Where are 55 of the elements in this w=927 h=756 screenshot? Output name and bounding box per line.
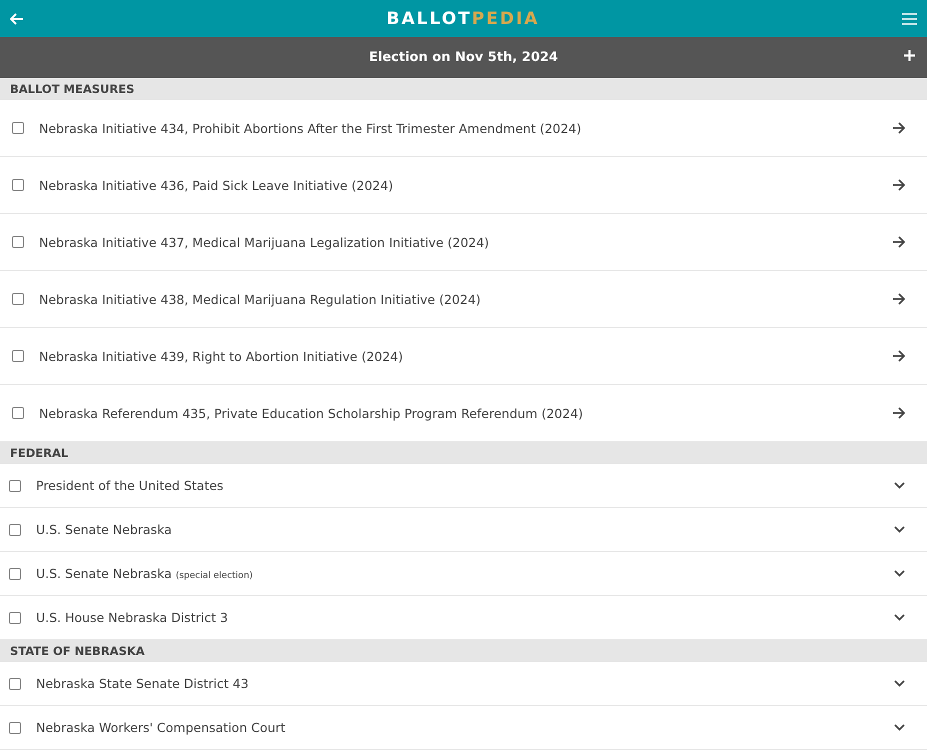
race-row[interactable]: Nebraska Workers' Compensation Court bbox=[0, 706, 927, 750]
checkbox[interactable] bbox=[9, 568, 21, 580]
checkbox[interactable] bbox=[9, 524, 21, 536]
arrow-right-icon[interactable] bbox=[892, 236, 905, 248]
logo-text: PEDIA bbox=[472, 8, 540, 28]
row-label: U.S. Senate Nebraska (special election) bbox=[36, 566, 254, 581]
measure-row[interactable]: Nebraska Initiative 437, Medical Marijuana Legalization Initiative (2024) bbox=[0, 214, 927, 271]
row-label: U.S. House Nebraska District 3 bbox=[36, 610, 229, 625]
arrow-right-icon[interactable] bbox=[892, 122, 905, 134]
section-title: BALLOT MEASURES bbox=[10, 82, 134, 96]
plus-icon[interactable] bbox=[904, 50, 915, 61]
chevron-down-icon[interactable] bbox=[894, 614, 905, 621]
race-row[interactable]: U.S. Senate Nebraska (special election) bbox=[0, 552, 927, 596]
checkbox[interactable] bbox=[12, 122, 24, 134]
row-label: Nebraska Initiative 434, Prohibit Abortions After the First Trimester Amendment (2024) bbox=[39, 120, 582, 136]
row-label: Nebraska Initiative 437, Medical Marijuana Legalization Initiative (2024) bbox=[39, 234, 490, 250]
race-row[interactable]: U.S. Senate Nebraska bbox=[0, 508, 927, 552]
arrow-right-icon[interactable] bbox=[892, 293, 905, 305]
measure-row[interactable]: Nebraska Initiative 439, Right to Abortion Initiative (2024) bbox=[0, 328, 927, 385]
chevron-down-icon[interactable] bbox=[894, 680, 905, 687]
checkbox[interactable] bbox=[12, 179, 24, 191]
election-title: Election on Nov 5th, 2024 bbox=[369, 50, 558, 65]
race-row[interactable]: Nebraska State Senate District 43 bbox=[0, 662, 927, 706]
section-title: STATE OF NEBRASKA bbox=[10, 644, 145, 658]
checkbox[interactable] bbox=[12, 293, 24, 305]
row-label: Nebraska Initiative 436, Paid Sick Leave Initiative (2024) bbox=[39, 178, 394, 192]
arrow-right-icon[interactable] bbox=[892, 407, 905, 419]
row-label: Nebraska Initiative 439, Right to Abortion Initiative (2024) bbox=[39, 348, 404, 364]
row-label: Nebraska Workers' Compensation Court bbox=[36, 720, 286, 735]
checkbox[interactable] bbox=[9, 480, 21, 492]
back-icon[interactable] bbox=[10, 12, 24, 24]
checkbox[interactable] bbox=[12, 236, 24, 248]
checkbox[interactable] bbox=[9, 612, 21, 624]
measure-row[interactable]: Nebraska Initiative 436, Paid Sick Leave Initiative (2024) bbox=[0, 157, 927, 214]
row-label: President of the United States bbox=[36, 478, 224, 493]
logo-text: BALLOT bbox=[386, 8, 472, 28]
race-row[interactable]: President of the United States bbox=[0, 464, 927, 508]
checkbox[interactable] bbox=[12, 350, 24, 362]
checkbox[interactable] bbox=[9, 722, 21, 734]
chevron-down-icon[interactable] bbox=[894, 482, 905, 489]
checkbox[interactable] bbox=[9, 678, 21, 690]
checkbox[interactable] bbox=[12, 407, 24, 419]
chevron-down-icon[interactable] bbox=[894, 570, 905, 577]
chevron-down-icon[interactable] bbox=[894, 526, 905, 533]
chevron-down-icon[interactable] bbox=[894, 724, 905, 731]
arrow-right-icon[interactable] bbox=[892, 350, 905, 362]
measure-row[interactable]: Nebraska Initiative 438, Medical Marijuana Regulation Initiative (2024) bbox=[0, 271, 927, 328]
measure-row[interactable]: Nebraska Initiative 434, Prohibit Abortions After the First Trimester Amendment (2024) bbox=[0, 100, 927, 157]
row-label: U.S. Senate Nebraska bbox=[36, 522, 173, 537]
row-label: Nebraska Referendum 435, Private Education Scholarship Program Referendum (2024) bbox=[39, 406, 584, 420]
arrow-right-icon[interactable] bbox=[892, 179, 905, 191]
row-label: Nebraska Initiative 438, Medical Marijuana Regulation Initiative (2024) bbox=[39, 292, 482, 306]
row-label: Nebraska State Senate District 43 bbox=[36, 676, 250, 691]
menu-icon[interactable] bbox=[902, 12, 917, 24]
section-title: FEDERAL bbox=[10, 446, 68, 460]
